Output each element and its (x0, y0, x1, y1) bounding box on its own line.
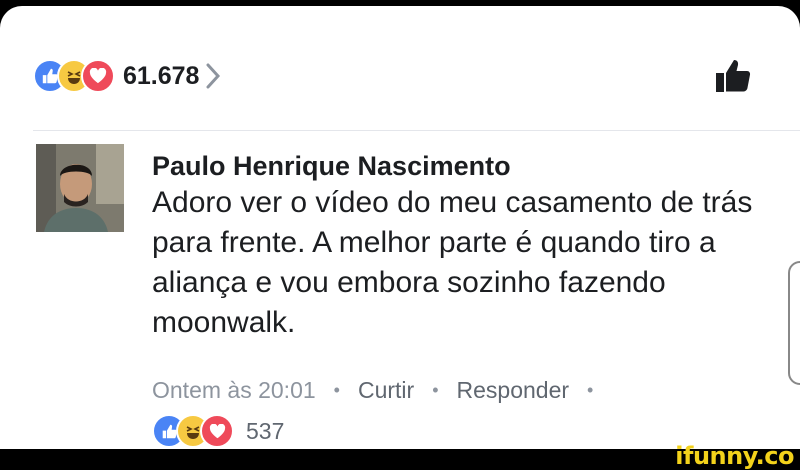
chevron-right-icon (205, 62, 221, 90)
like-comment-link[interactable]: Curtir (358, 377, 414, 404)
like-post-button[interactable] (714, 58, 752, 94)
comment-meta: Ontem às 20:01 • Curtir • Responder • (152, 377, 611, 404)
comment-reaction-icons (152, 414, 234, 448)
love-reaction-icon (200, 414, 234, 448)
comment-reactions-summary[interactable]: 537 (152, 414, 284, 448)
comment-text: Adoro ver o vídeo do meu casamento de tr… (152, 186, 753, 339)
comment-author[interactable]: Paulo Henrique Nascimento (152, 149, 772, 183)
love-reaction-icon (81, 59, 115, 93)
reply-comment-link[interactable]: Responder (457, 377, 570, 404)
watermark-logo: ifunny.co (675, 442, 794, 470)
separator-dot: • (333, 380, 340, 400)
reaction-count: 61.678 (123, 61, 200, 90)
reaction-icons (33, 59, 115, 93)
comment-reaction-count: 537 (246, 417, 285, 444)
post-card: 61.678 Paulo Henrique Nascimento Adoro v… (0, 6, 800, 449)
separator-dot: • (587, 380, 594, 400)
scroll-edge (788, 261, 800, 385)
post-reactions-summary[interactable]: 61.678 (33, 58, 221, 94)
profile-photo (36, 144, 124, 232)
comment-body: Paulo Henrique Nascimento Adoro ver o ví… (152, 149, 772, 343)
separator-dot: • (432, 380, 439, 400)
comment-timestamp[interactable]: Ontem às 20:01 (152, 377, 316, 404)
divider (33, 130, 800, 131)
thumbs-up-icon (716, 60, 751, 92)
avatar[interactable] (36, 144, 124, 232)
